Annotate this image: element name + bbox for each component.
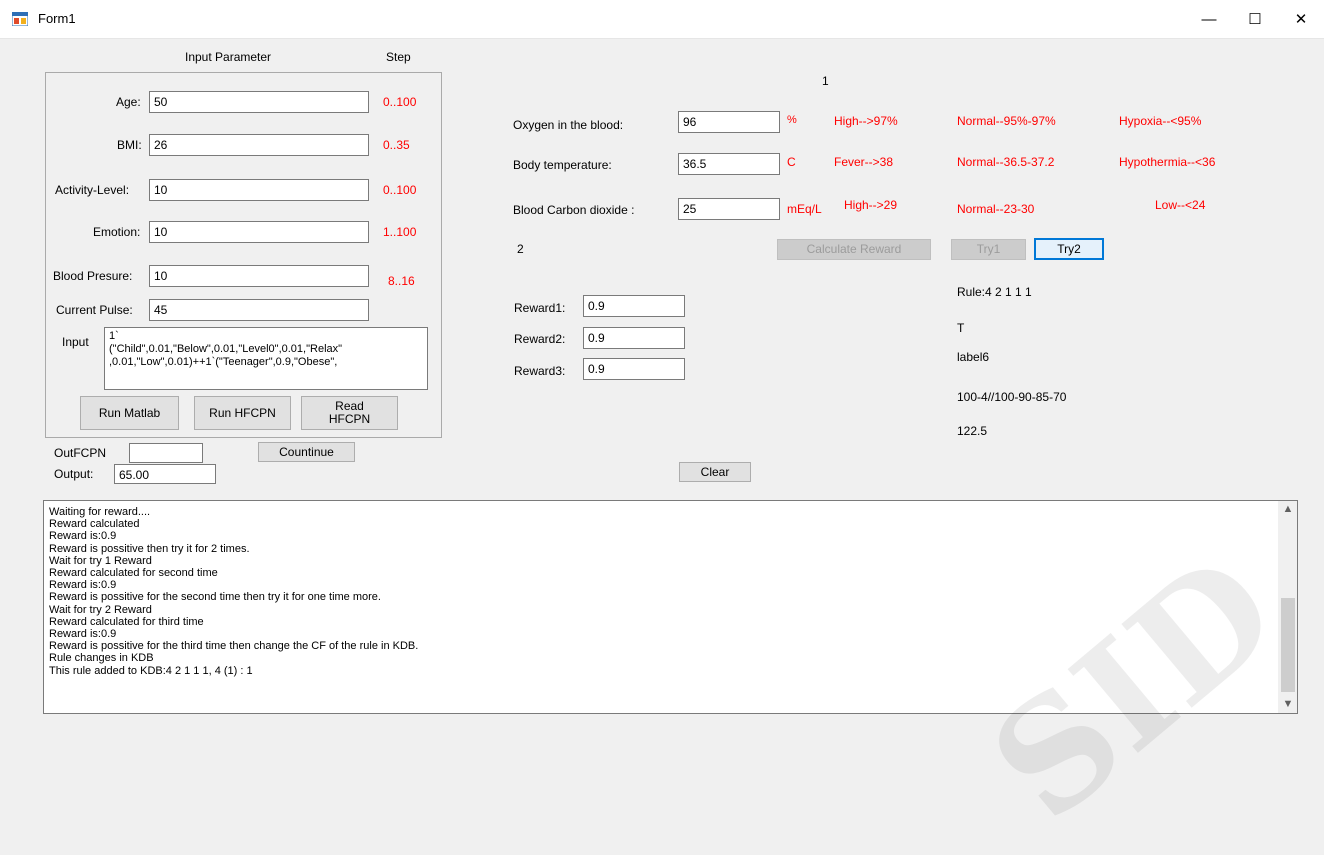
current-pulse-label: Current Pulse: xyxy=(56,303,133,317)
reward3-label: Reward3: xyxy=(514,364,566,378)
minimize-icon: — xyxy=(1201,10,1217,28)
reward1-label: Reward1: xyxy=(514,301,566,315)
close-icon: ✕ xyxy=(1294,11,1308,28)
activity-level-range: 0..100 xyxy=(383,183,417,197)
try2-button[interactable]: Try2 xyxy=(1034,238,1104,260)
log-line: Waiting for reward.... xyxy=(49,506,151,518)
rule-label: Rule:4 2 1 1 1 xyxy=(957,285,1032,299)
emotion-label: Emotion: xyxy=(93,225,141,239)
bmi-range: 0..35 xyxy=(383,138,410,152)
bmi-label: BMI: xyxy=(117,138,142,152)
outfcpn-input[interactable] xyxy=(129,443,203,463)
log-line: Reward calculated xyxy=(49,518,140,531)
run-matlab-button[interactable]: Run Matlab xyxy=(80,396,179,430)
current-pulse-input[interactable]: 45 xyxy=(149,299,369,321)
scroll-up-icon[interactable]: ▲ xyxy=(1279,501,1297,518)
title-bar: Form1 — ☐ ✕ xyxy=(0,0,1324,39)
co2-high: High-->29 xyxy=(844,198,898,212)
blood-pressure-input[interactable]: 10 xyxy=(149,265,369,287)
oxygen-normal: Normal--95%-97% xyxy=(957,114,1056,128)
emotion-input[interactable]: 10 xyxy=(149,221,369,243)
age-range: 0..100 xyxy=(383,95,417,109)
body-temperature-high: Fever-->38 xyxy=(834,155,894,169)
oxygen-input[interactable]: 96 xyxy=(678,111,780,133)
maximize-icon: ☐ xyxy=(1248,11,1262,28)
log-scrollbar[interactable]: ▲ ▼ xyxy=(1278,501,1297,713)
age-input[interactable]: 50 xyxy=(149,91,369,113)
reward3-input[interactable]: 0.9 xyxy=(583,358,685,380)
co2-unit: mEq/L xyxy=(787,202,822,216)
reward1-input[interactable]: 0.9 xyxy=(583,295,685,317)
log-line: Reward is:0.9 xyxy=(49,530,117,543)
body-temperature-low: Hypothermia--<36 xyxy=(1119,155,1216,169)
log-line: Reward is possitive then try it for 2 ti… xyxy=(49,542,250,555)
activity-level-label: Activity-Level: xyxy=(55,183,130,197)
outfcpn-label: OutFCPN xyxy=(54,446,107,460)
reward2-input[interactable]: 0.9 xyxy=(583,327,685,349)
bmi-input[interactable]: 26 xyxy=(149,134,369,156)
form-icon xyxy=(12,12,28,26)
counter-label-1: 1 xyxy=(822,74,829,88)
scroll-down-icon[interactable]: ▼ xyxy=(1279,696,1297,713)
body-temperature-input[interactable]: 36.5 xyxy=(678,153,780,175)
log-line: Wait for try 1 Reward xyxy=(49,554,152,567)
read-hfcpn-button[interactable]: Read HFCPN xyxy=(301,396,398,430)
input-parameter-header: Input Parameter xyxy=(185,50,272,64)
step-header: Step xyxy=(386,50,411,64)
co2-low: Low--<24 xyxy=(1155,198,1206,212)
oxygen-unit: % xyxy=(787,114,797,126)
body-temperature-label: Body temperature: xyxy=(513,158,612,172)
reward2-label: Reward2: xyxy=(514,332,566,346)
label6: label6 xyxy=(957,350,990,364)
log-line: Reward calculated for second time xyxy=(49,567,218,580)
clear-button[interactable]: Clear xyxy=(679,462,751,482)
activity-level-input[interactable]: 10 xyxy=(149,179,369,201)
maximize-button[interactable]: ☐ xyxy=(1232,0,1278,38)
body-temperature-normal: Normal--36.5-37.2 xyxy=(957,155,1055,169)
window-title: Form1 xyxy=(38,11,76,26)
t-label: T xyxy=(957,321,965,335)
input-textarea[interactable]: 1` ("Child",0.01,"Below",0.01,"Level0",0… xyxy=(104,327,428,390)
age-label: Age: xyxy=(116,95,141,109)
value-label: 122.5 xyxy=(957,424,988,438)
run-hfcpn-button[interactable]: Run HFCPN xyxy=(194,396,291,430)
counter-label-2: 2 xyxy=(517,242,524,256)
calculate-reward-button[interactable]: Calculate Reward xyxy=(777,239,931,260)
countinue-button[interactable]: Countinue xyxy=(258,442,355,462)
oxygen-high: High-->97% xyxy=(834,114,898,128)
blood-pressure-label: Blood Presure: xyxy=(53,269,133,283)
co2-normal: Normal--23-30 xyxy=(957,202,1035,216)
output-input[interactable]: 65.00 xyxy=(114,464,216,484)
co2-label: Blood Carbon dioxide : xyxy=(513,203,635,217)
emotion-range: 1..100 xyxy=(383,225,417,239)
body-temperature-unit: C xyxy=(787,155,796,169)
try1-button[interactable]: Try1 xyxy=(951,239,1026,260)
input-label: Input xyxy=(62,335,89,349)
blood-pressure-range: 8..16 xyxy=(388,274,415,288)
close-button[interactable]: ✕ xyxy=(1278,0,1324,38)
oxygen-low: Hypoxia--<95% xyxy=(1119,114,1202,128)
scores-label: 100-4//100-90-85-70 xyxy=(957,390,1067,404)
output-label: Output: xyxy=(54,467,94,481)
minimize-button[interactable]: — xyxy=(1186,0,1232,38)
log-line: Reward is:0.9 xyxy=(49,579,117,592)
co2-input[interactable]: 25 xyxy=(678,198,780,220)
oxygen-label: Oxygen in the blood: xyxy=(513,118,624,132)
